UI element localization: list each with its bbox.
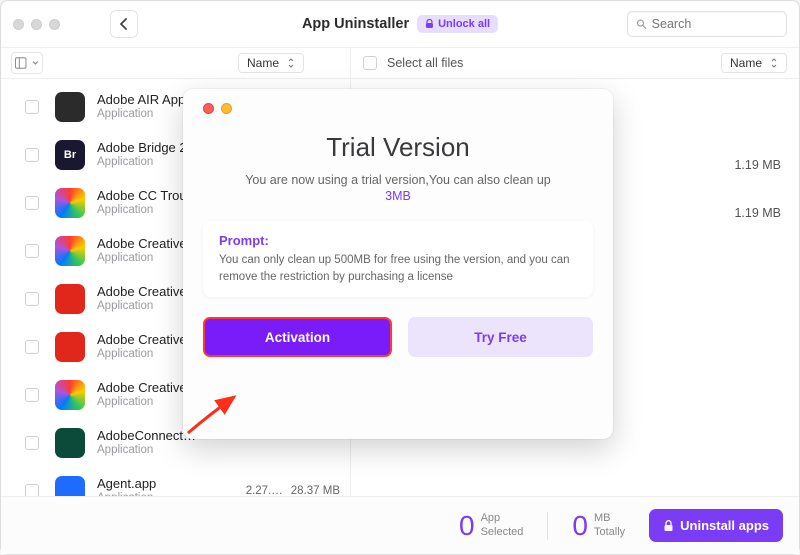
toolbar: Name Select all files Name xyxy=(1,47,799,79)
view-mode-toggle[interactable] xyxy=(11,52,43,74)
app-icon xyxy=(55,284,85,314)
page-title: App Uninstaller xyxy=(302,16,409,32)
toolbar-right: Select all files Name xyxy=(351,48,799,78)
zoom-icon[interactable] xyxy=(49,19,60,30)
title-center: App Uninstaller Unlock all xyxy=(302,15,498,33)
modal-subtitle: You are now using a trial version,You ca… xyxy=(203,173,593,203)
prompt-body: You can only clean up 500MB for free usi… xyxy=(219,252,577,285)
uninstall-apps-button[interactable]: Uninstall apps xyxy=(649,509,783,542)
app-icon: Br xyxy=(55,140,85,170)
sort-label: Name xyxy=(247,56,279,70)
row-checkbox[interactable] xyxy=(25,100,39,114)
app-meta: AdobeConnect…Application xyxy=(97,428,196,457)
app-icon xyxy=(55,92,85,122)
unlock-label: Unlock all xyxy=(438,18,490,30)
app-icon xyxy=(55,380,85,410)
stat-selected: 0 App Selected xyxy=(459,510,523,542)
sort-updown-icon xyxy=(287,58,295,68)
detail-size: 1.19 MB xyxy=(734,158,781,172)
minimize-icon[interactable] xyxy=(221,103,232,114)
activation-button[interactable]: Activation xyxy=(203,317,392,357)
back-button[interactable] xyxy=(110,10,138,38)
right-sort-select[interactable]: Name xyxy=(721,53,787,73)
row-checkbox[interactable] xyxy=(25,388,39,402)
row-extra: 2.27.…28.37 MB xyxy=(246,485,340,496)
unlock-all-button[interactable]: Unlock all xyxy=(417,15,498,33)
minimize-icon[interactable] xyxy=(31,19,42,30)
stat-totally: 0 MB Totally xyxy=(572,510,625,542)
lock-icon xyxy=(663,520,674,532)
close-icon[interactable] xyxy=(13,19,24,30)
sort-label: Name xyxy=(730,56,762,70)
lock-icon xyxy=(425,19,434,29)
row-checkbox[interactable] xyxy=(25,484,39,496)
app-kind: Application xyxy=(97,444,196,458)
close-icon[interactable] xyxy=(203,103,214,114)
row-checkbox[interactable] xyxy=(25,196,39,210)
annotation-arrow-icon xyxy=(184,393,244,437)
sidebar-icon xyxy=(15,57,30,69)
row-checkbox[interactable] xyxy=(25,436,39,450)
modal-window-controls xyxy=(203,103,593,114)
app-row[interactable]: Agent.appApplication 2.27.…28.37 MB xyxy=(1,467,350,496)
app-icon xyxy=(55,188,85,218)
uninstall-label: Uninstall apps xyxy=(680,518,769,533)
row-checkbox[interactable] xyxy=(25,292,39,306)
app-window: App Uninstaller Unlock all Name Select xyxy=(0,0,800,555)
search-field[interactable] xyxy=(627,11,787,37)
app-name: Agent.app xyxy=(97,476,156,492)
divider xyxy=(547,512,548,540)
window-controls xyxy=(13,19,60,30)
app-name: AdobeConnect… xyxy=(97,428,196,444)
row-checkbox[interactable] xyxy=(25,148,39,162)
app-icon xyxy=(55,236,85,266)
select-all-checkbox[interactable] xyxy=(363,56,377,70)
row-checkbox[interactable] xyxy=(25,244,39,258)
modal-title: Trial Version xyxy=(203,132,593,163)
detail-size: 1.19 MB xyxy=(734,206,781,220)
sort-updown-icon xyxy=(770,58,778,68)
stat-number: 0 xyxy=(572,510,588,542)
chevron-down-icon xyxy=(32,60,39,66)
titlebar: App Uninstaller Unlock all xyxy=(1,1,799,47)
search-icon xyxy=(636,18,647,30)
chevron-left-icon xyxy=(119,18,129,30)
search-input[interactable] xyxy=(652,17,778,31)
bottom-bar: 0 App Selected 0 MB Totally Uninstall ap… xyxy=(1,496,799,554)
select-all-label: Select all files xyxy=(387,56,463,70)
app-icon xyxy=(55,332,85,362)
left-sort-select[interactable]: Name xyxy=(238,53,304,73)
app-icon xyxy=(55,476,85,496)
app-icon xyxy=(55,428,85,458)
prompt-box: Prompt: You can only clean up 500MB for … xyxy=(203,221,593,297)
app-meta: Agent.appApplication xyxy=(97,476,156,496)
try-free-button[interactable]: Try Free xyxy=(408,317,593,357)
prompt-label: Prompt: xyxy=(219,233,577,248)
toolbar-left: Name xyxy=(1,48,351,78)
stat-number: 0 xyxy=(459,510,475,542)
row-checkbox[interactable] xyxy=(25,340,39,354)
trial-modal: Trial Version You are now using a trial … xyxy=(183,89,613,439)
